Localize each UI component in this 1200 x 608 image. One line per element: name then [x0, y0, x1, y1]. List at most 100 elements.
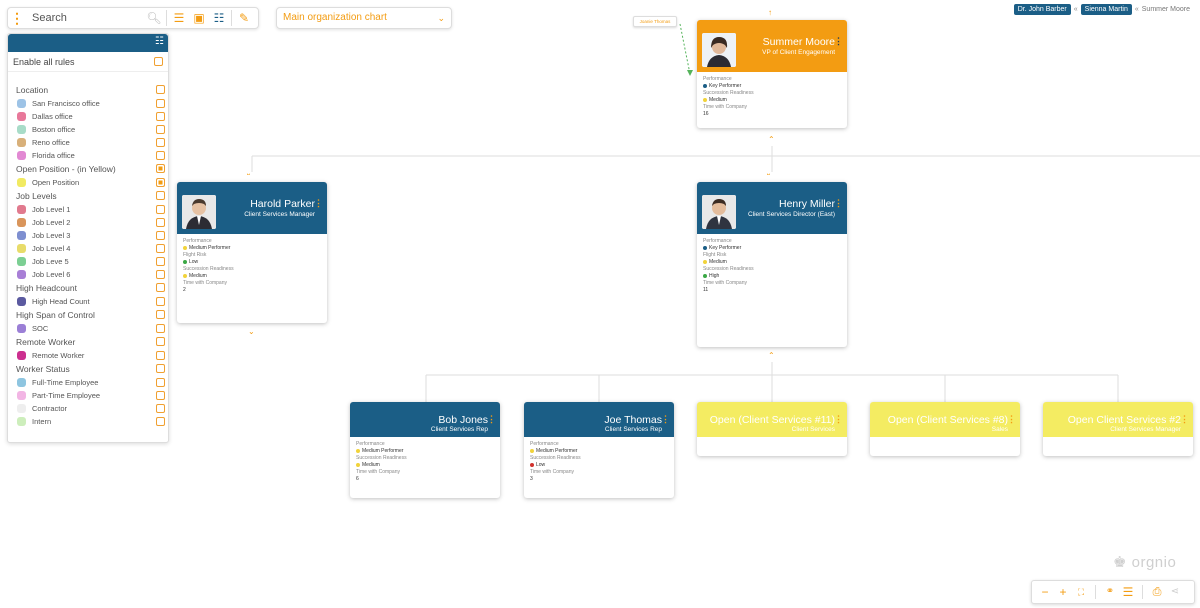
rule-item-row[interactable]: Job Level 4: [8, 242, 170, 255]
fit-to-screen-icon[interactable]: ⛶: [1074, 584, 1088, 600]
expand-down-icon[interactable]: ⌄: [248, 327, 255, 336]
rule-group-checkbox[interactable]: [156, 191, 165, 200]
rules-list-icon[interactable]: ☷: [155, 36, 164, 47]
zoom-out-icon[interactable]: −: [1038, 584, 1052, 600]
rule-group-row[interactable]: Worker Status: [8, 362, 170, 375]
rule-item-label: Contractor: [32, 404, 68, 413]
rule-item-checkbox[interactable]: [156, 324, 165, 333]
rule-item-checkbox[interactable]: [156, 218, 165, 227]
org-card-henry-miller[interactable]: Henry Miller Client Services Director (E…: [697, 182, 847, 347]
card-menu-icon[interactable]: ⋮: [487, 414, 496, 425]
chart-selector-dropdown[interactable]: Main organization chart ⌄: [276, 7, 452, 29]
rule-color-swatch: [17, 244, 26, 253]
rule-item-checkbox[interactable]: [156, 178, 165, 187]
rule-item-label: Full-Time Employee: [32, 378, 99, 387]
share-icon[interactable]: ⋖: [1168, 584, 1182, 600]
rule-color-swatch: [17, 218, 26, 227]
rule-item-checkbox[interactable]: [156, 151, 165, 160]
rule-item-checkbox[interactable]: [156, 378, 165, 387]
menu-kebab-icon[interactable]: ⋮: [8, 8, 26, 28]
rule-group-checkbox[interactable]: [156, 364, 165, 373]
rule-item-row[interactable]: San Francisco office: [8, 97, 170, 110]
rule-item-checkbox[interactable]: [156, 244, 165, 253]
rule-item-row[interactable]: Intern: [8, 415, 170, 428]
card-menu-icon[interactable]: ⋮: [314, 198, 323, 209]
card-menu-icon[interactable]: ⋮: [834, 414, 843, 425]
assistant-tag[interactable]: Joanie Thomas: [633, 16, 677, 27]
rule-item-row[interactable]: Job Level 2: [8, 216, 170, 229]
collapse-up-icon[interactable]: ⌃: [768, 351, 775, 360]
link-icon[interactable]: ⚭: [1103, 584, 1117, 600]
collapse-up-icon[interactable]: ⌃: [768, 135, 775, 144]
breadcrumb-item[interactable]: Dr. John Barber: [1013, 4, 1071, 15]
rule-item-checkbox[interactable]: [156, 99, 165, 108]
org-chart-canvas[interactable]: ⋮ 🔍︎ ☰ ▣ ☷ ✎ Main organization chart ⌄ D…: [0, 0, 1200, 608]
enable-all-rules-row[interactable]: Enable all rules: [8, 52, 168, 72]
rule-item-checkbox[interactable]: [156, 391, 165, 400]
org-card-summer-moore[interactable]: Summer Moore VP of Client Engagement ⋮ P…: [697, 20, 847, 128]
org-card-harold-parker[interactable]: Harold Parker Client Services Manager ⋮ …: [177, 182, 327, 323]
rule-item-checkbox[interactable]: [156, 404, 165, 413]
rule-group-row[interactable]: High Span of Control: [8, 308, 170, 321]
rule-item-row[interactable]: Reno office: [8, 136, 170, 149]
rule-item-row[interactable]: Part-Time Employee: [8, 389, 170, 402]
org-card-bob-jones[interactable]: Bob Jones Client Services Rep ⋮ Performa…: [350, 402, 500, 498]
org-card-open-position[interactable]: Open (Client Services #8) Sales ⋮: [870, 402, 1020, 456]
card-menu-icon[interactable]: ⋮: [834, 36, 843, 47]
rule-item-checkbox[interactable]: [156, 417, 165, 426]
rule-group-checkbox[interactable]: [156, 337, 165, 346]
card-menu-icon[interactable]: ⋮: [661, 414, 670, 425]
rule-item-row[interactable]: Remote Worker: [8, 349, 170, 362]
list-view-icon[interactable]: ☰: [169, 9, 189, 27]
layout-list-icon[interactable]: ☰: [1121, 584, 1135, 600]
rule-item-checkbox[interactable]: [156, 297, 165, 306]
rule-item-checkbox[interactable]: [156, 205, 165, 214]
rule-group-row[interactable]: Location: [8, 83, 170, 96]
rule-group-checkbox[interactable]: [156, 85, 165, 94]
rule-item-row[interactable]: Dallas office: [8, 110, 170, 123]
card-menu-icon[interactable]: ⋮: [1007, 414, 1016, 425]
rule-group-row[interactable]: High Headcount: [8, 281, 170, 294]
org-card-open-position[interactable]: Open Client Services #2 Client Services …: [1043, 402, 1193, 456]
rule-item-row[interactable]: Contractor: [8, 402, 170, 415]
card-menu-icon[interactable]: ⋮: [834, 198, 843, 209]
rule-item-checkbox[interactable]: [156, 270, 165, 279]
breadcrumb-item[interactable]: Sienna Martin: [1080, 4, 1132, 15]
org-card-joe-thomas[interactable]: Joe Thomas Client Services Rep ⋮ Perform…: [524, 402, 674, 498]
rule-group-row[interactable]: Job Levels: [8, 189, 170, 202]
rule-group-checkbox[interactable]: [156, 283, 165, 292]
rule-item-row[interactable]: Full-Time Employee: [8, 376, 170, 389]
card-view-icon[interactable]: ▣: [189, 9, 209, 27]
rule-group-checkbox[interactable]: [156, 310, 165, 319]
toolbar-divider: [166, 10, 167, 26]
rule-group-row[interactable]: Remote Worker: [8, 335, 170, 348]
rule-item-checkbox[interactable]: [156, 231, 165, 240]
rule-item-row[interactable]: Job Leve 5: [8, 255, 170, 268]
search-icon[interactable]: 🔍︎: [144, 9, 164, 27]
rule-item-row[interactable]: Job Level 3: [8, 229, 170, 242]
zoom-in-icon[interactable]: +: [1056, 584, 1070, 600]
print-icon[interactable]: ⎙: [1150, 584, 1164, 600]
edit-pencil-icon[interactable]: ✎: [234, 9, 254, 27]
rule-item-checkbox[interactable]: [156, 125, 165, 134]
rule-item-row[interactable]: Florida office: [8, 149, 170, 162]
rule-item-checkbox[interactable]: [156, 257, 165, 266]
employee-title: Client Services Rep: [604, 426, 662, 433]
rule-group-checkbox[interactable]: [156, 164, 165, 173]
rule-item-row[interactable]: High Head Count: [8, 295, 170, 308]
org-card-open-position[interactable]: Open (Client Services #11) Client Servic…: [697, 402, 847, 456]
rule-item-row[interactable]: Open Position: [8, 176, 170, 189]
rule-item-checkbox[interactable]: [156, 138, 165, 147]
rule-item-row[interactable]: Job Level 1: [8, 203, 170, 216]
rule-item-checkbox[interactable]: [156, 351, 165, 360]
rules-list-icon[interactable]: ☷: [209, 9, 229, 27]
expand-up-icon[interactable]: ↑: [768, 8, 772, 17]
rule-item-row[interactable]: Boston office: [8, 123, 170, 136]
search-input[interactable]: [26, 9, 144, 27]
enable-all-rules-checkbox[interactable]: [154, 57, 163, 66]
rule-group-row[interactable]: Open Position - (in Yellow): [8, 162, 170, 175]
rule-item-checkbox[interactable]: [156, 112, 165, 121]
rule-item-row[interactable]: SOC: [8, 322, 170, 335]
rule-item-row[interactable]: Job Level 6: [8, 268, 170, 281]
card-menu-icon[interactable]: ⋮: [1180, 414, 1189, 425]
